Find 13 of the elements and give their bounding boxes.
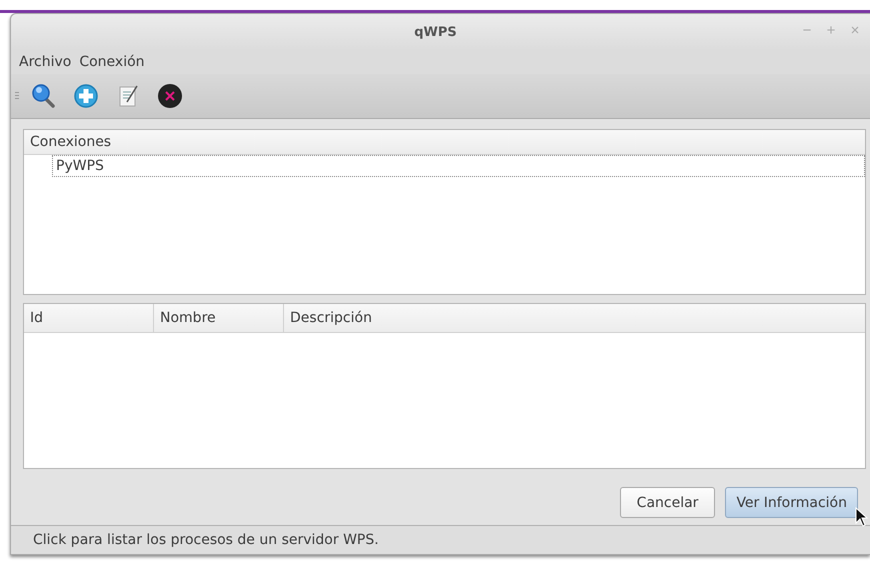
status-text: Click para listar los procesos de un servidor WPS. <box>33 532 379 548</box>
menu-item[interactable]: Conexión <box>75 54 149 70</box>
mouse-cursor-icon <box>855 507 869 527</box>
dialog-button[interactable]: Ver Información <box>725 487 858 518</box>
delete-icon[interactable] <box>155 81 185 111</box>
column-header[interactable]: Nombre <box>154 304 284 332</box>
tree-item[interactable]: PyWPS <box>52 155 865 177</box>
column-header[interactable]: Descripción <box>284 304 865 332</box>
window-title: qWPS <box>414 24 457 40</box>
tree-header: Conexiones <box>24 130 865 155</box>
column-header[interactable]: Id <box>24 304 154 332</box>
menu-item[interactable]: Archivo <box>15 54 76 70</box>
dialog-button[interactable]: Cancelar <box>620 487 716 518</box>
